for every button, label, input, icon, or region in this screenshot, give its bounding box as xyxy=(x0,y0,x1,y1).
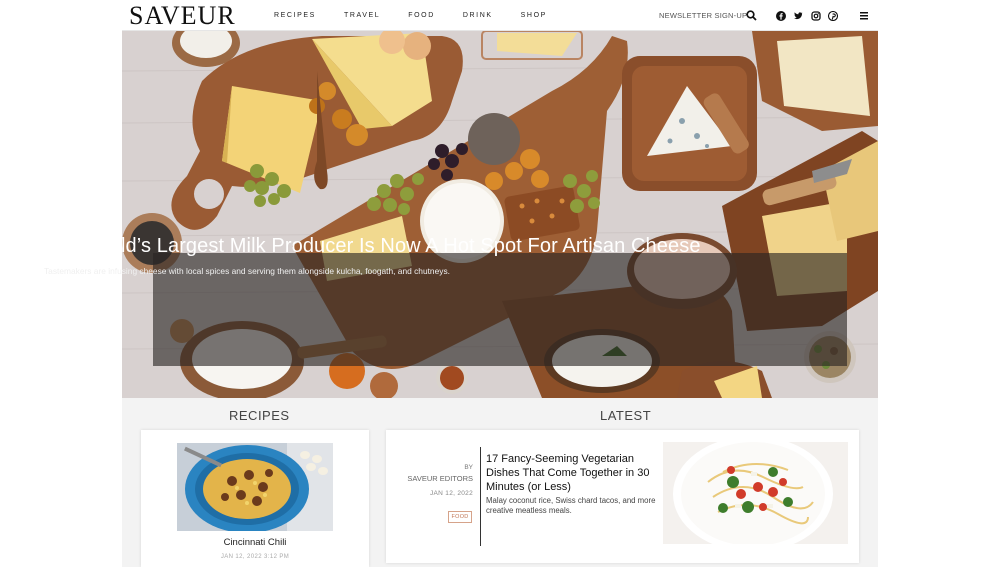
divider xyxy=(480,447,481,546)
instagram-icon[interactable] xyxy=(810,10,821,21)
recipe-title[interactable]: Cincinnati Chili xyxy=(141,537,369,548)
latest-section-label: LATEST xyxy=(600,408,652,423)
main-nav: RECIPES TRAVEL FOOD DRINK SHOP xyxy=(274,0,575,31)
recipe-card[interactable]: Cincinnati Chili JAN 12, 2022 3:12 PM xyxy=(141,430,369,567)
article-date: JAN 12, 2022 xyxy=(430,490,473,497)
hero-feature[interactable] xyxy=(122,31,878,398)
article-description: Malay coconut rice, Swiss chard tacos, a… xyxy=(486,496,656,515)
facebook-icon[interactable] xyxy=(775,10,786,21)
recipes-section-label: RECIPES xyxy=(229,408,290,423)
site-header: SAVEUR RECIPES TRAVEL FOOD DRINK SHOP NE… xyxy=(122,0,878,31)
recipe-image xyxy=(177,443,333,531)
newsletter-signup-link[interactable]: NEWSLETTER SIGN-UP xyxy=(659,11,747,20)
search-icon[interactable] xyxy=(746,10,757,21)
pinterest-icon[interactable] xyxy=(827,10,838,21)
latest-card[interactable]: BY SAVEUR EDITORS JAN 12, 2022 FOOD 17 F… xyxy=(386,430,859,563)
author-by-label: BY xyxy=(464,464,473,471)
recipe-date: JAN 12, 2022 3:12 PM xyxy=(220,554,290,560)
pasta-image xyxy=(663,442,848,544)
nav-item-recipes[interactable]: RECIPES xyxy=(274,12,316,19)
hero-byline: BY RATHINA SANKARI xyxy=(44,283,121,290)
hero-title[interactable]: The World’s Largest Milk Producer Is Now… xyxy=(44,235,701,258)
nav-item-food[interactable]: FOOD xyxy=(408,12,435,19)
site-logo[interactable]: SAVEUR xyxy=(129,1,236,31)
article-image[interactable] xyxy=(663,442,848,544)
nav-item-shop[interactable]: SHOP xyxy=(521,12,547,19)
nav-item-drink[interactable]: DRINK xyxy=(463,12,493,19)
category-tag[interactable]: FOOD xyxy=(448,511,472,523)
menu-icon[interactable] xyxy=(858,10,869,21)
hero-subtitle: Tastemakers are infusing cheese with loc… xyxy=(44,266,450,276)
nav-item-travel[interactable]: TRAVEL xyxy=(344,12,380,19)
author-name[interactable]: SAVEUR EDITORS xyxy=(392,474,473,483)
article-title[interactable]: 17 Fancy-Seeming Vegetarian Dishes That … xyxy=(486,452,661,494)
twitter-icon[interactable] xyxy=(792,10,803,21)
